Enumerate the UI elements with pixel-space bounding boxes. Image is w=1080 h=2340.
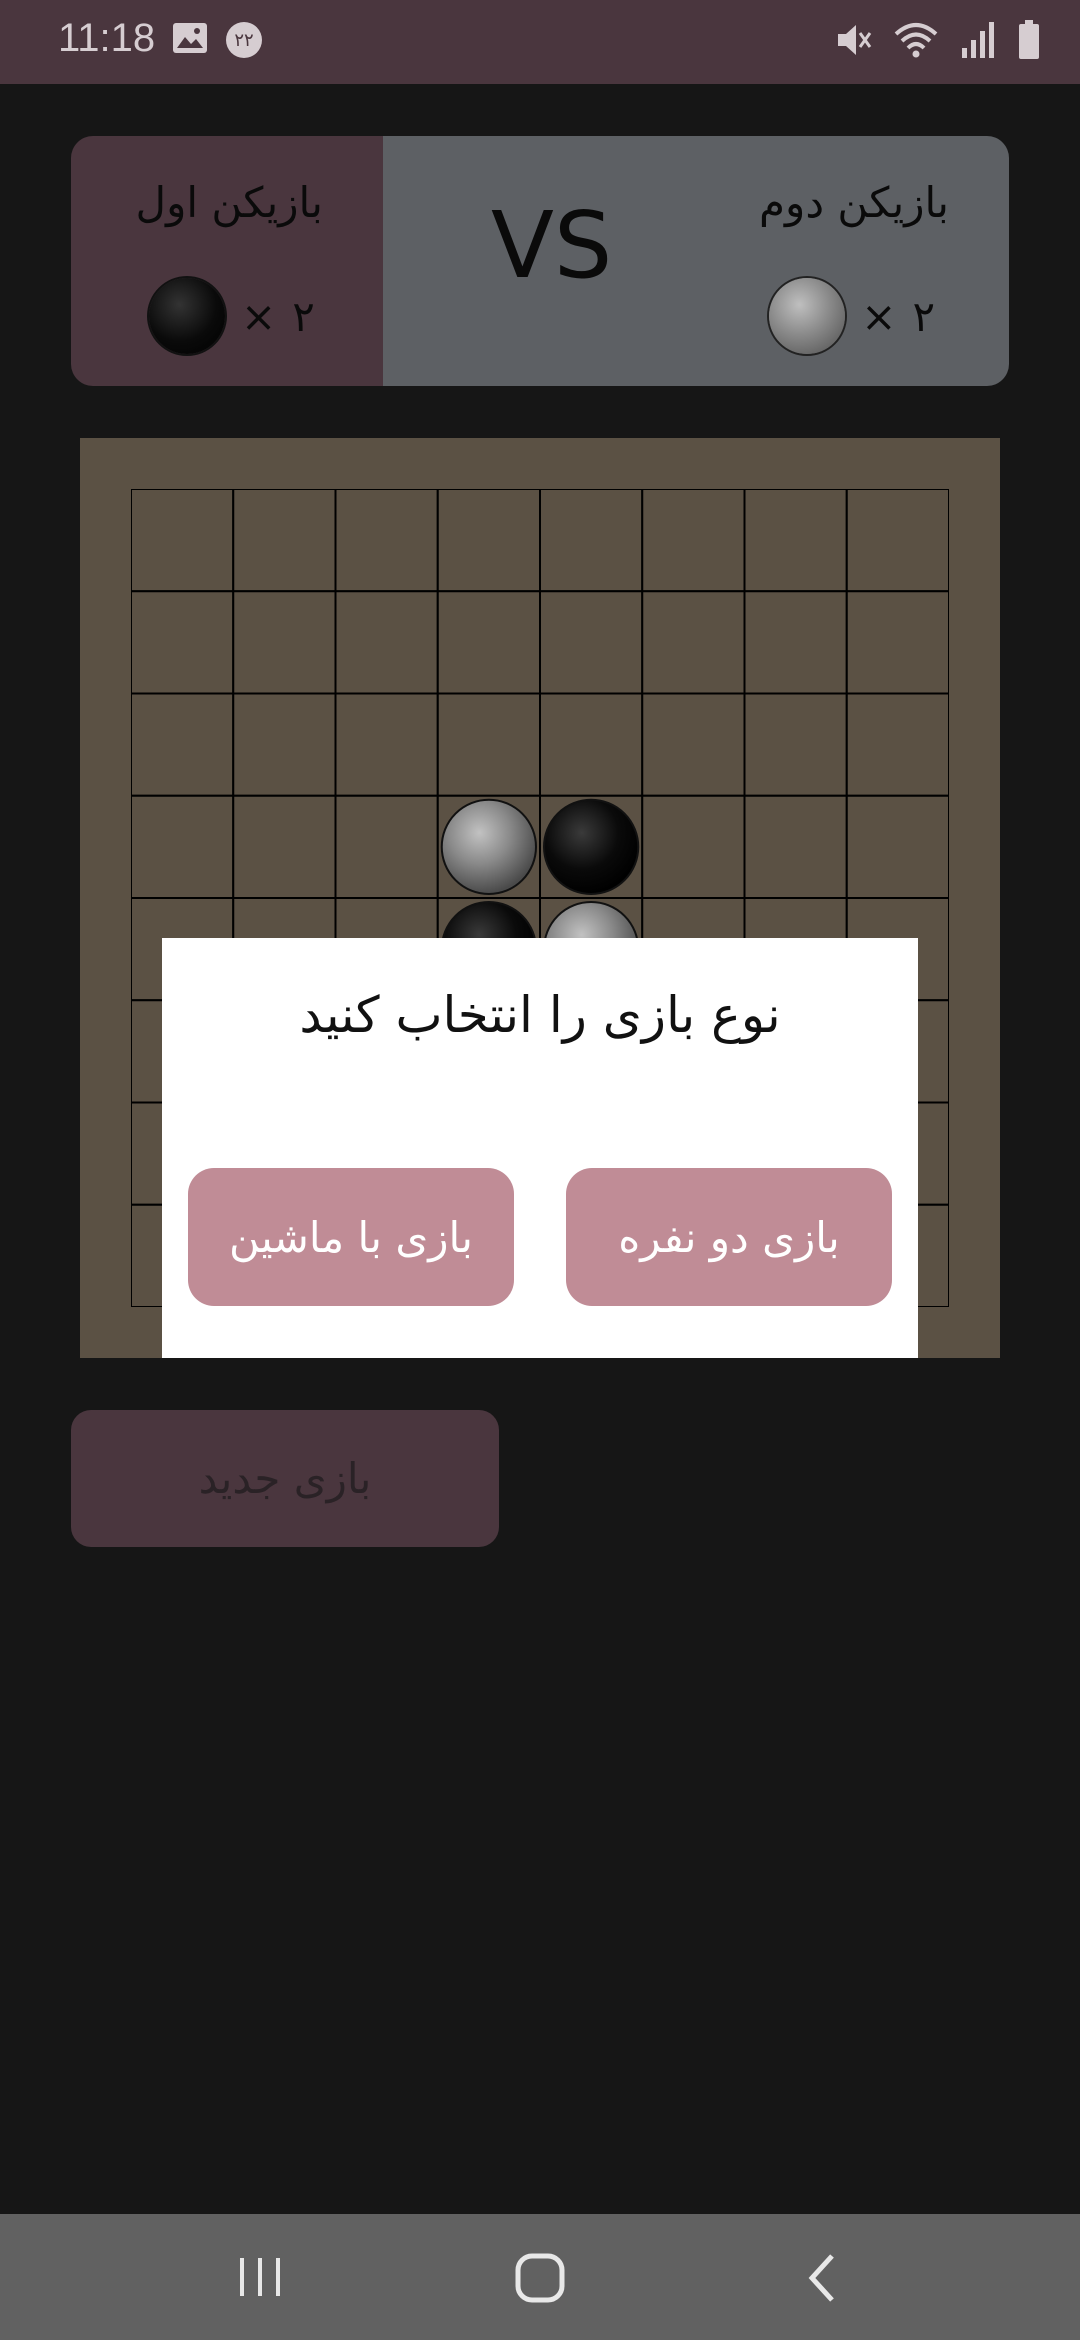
recent-apps-icon[interactable] bbox=[236, 2252, 284, 2306]
board-cell[interactable] bbox=[743, 590, 848, 695]
notification-count-badge: ۲۲ bbox=[226, 22, 262, 58]
status-time: 11:18 bbox=[58, 16, 156, 60]
board-cell[interactable] bbox=[232, 794, 337, 899]
board-cell[interactable] bbox=[743, 489, 848, 593]
player1-count-value: ۲ bbox=[292, 291, 315, 341]
status-right-icons bbox=[834, 20, 1040, 64]
board-cell[interactable] bbox=[436, 692, 541, 797]
board-cell[interactable] bbox=[845, 489, 949, 593]
board-cell[interactable] bbox=[539, 692, 644, 797]
board-cell[interactable] bbox=[334, 692, 439, 797]
black-stone-icon bbox=[149, 278, 225, 354]
player2-times: × bbox=[861, 291, 897, 341]
black-stone bbox=[543, 798, 640, 895]
board-cell[interactable] bbox=[131, 590, 235, 695]
status-bar: 11:18 ۲۲ bbox=[0, 0, 1080, 84]
board-cell[interactable] bbox=[334, 590, 439, 695]
vs-label: VS bbox=[491, 192, 613, 299]
board-cell[interactable] bbox=[845, 794, 949, 899]
board-cell[interactable] bbox=[232, 692, 337, 797]
board-cell[interactable] bbox=[845, 590, 949, 695]
new-game-button[interactable]: بازی جدید bbox=[71, 1410, 499, 1547]
board-cell[interactable] bbox=[641, 590, 746, 695]
home-icon[interactable] bbox=[514, 2252, 566, 2308]
board-cell[interactable] bbox=[539, 590, 644, 695]
battery-icon bbox=[1018, 20, 1040, 64]
board-cell[interactable] bbox=[641, 794, 746, 899]
board-cell[interactable] bbox=[131, 794, 235, 899]
dialog-title: نوع بازی را انتخاب کنید bbox=[299, 986, 781, 1044]
score-panel: بازیکن اول × ۲ VS بازیکن دوم × ۲ bbox=[71, 136, 1009, 386]
player1-count: × ۲ bbox=[149, 278, 315, 354]
gray-stone-icon bbox=[769, 278, 846, 354]
board-cell[interactable] bbox=[743, 794, 848, 899]
board-cell[interactable] bbox=[131, 489, 235, 593]
board-cell[interactable] bbox=[436, 489, 541, 593]
back-icon[interactable] bbox=[802, 2252, 842, 2308]
player1-label: بازیکن اول bbox=[135, 178, 323, 227]
board-cell[interactable] bbox=[334, 489, 439, 593]
board-cell[interactable] bbox=[743, 692, 848, 797]
board-cell[interactable] bbox=[334, 794, 439, 899]
board-cell[interactable] bbox=[539, 489, 644, 593]
image-icon bbox=[172, 22, 208, 58]
board-cell[interactable] bbox=[232, 489, 337, 593]
status-left-icons: ۲۲ bbox=[172, 22, 262, 58]
mute-icon bbox=[834, 20, 872, 64]
player2-label: بازیکن دوم bbox=[759, 178, 949, 227]
game-type-dialog: نوع بازی را انتخاب کنید بازی با ماشین با… bbox=[162, 938, 918, 1358]
board-cell[interactable] bbox=[232, 590, 337, 695]
gray-stone bbox=[440, 798, 537, 895]
player2-count: × ۲ bbox=[769, 278, 935, 354]
navigation-bar bbox=[0, 2214, 1080, 2340]
board-cell[interactable] bbox=[436, 590, 541, 695]
board-cell[interactable] bbox=[641, 692, 746, 797]
signal-icon bbox=[960, 20, 996, 64]
player2-count-value: ۲ bbox=[912, 291, 935, 341]
wifi-icon bbox=[894, 20, 938, 64]
two-player-button[interactable]: بازی دو نفره bbox=[566, 1168, 892, 1306]
board-cell[interactable] bbox=[845, 692, 949, 797]
player1-times: × bbox=[241, 291, 277, 341]
board-cell[interactable] bbox=[641, 489, 746, 593]
play-vs-machine-button[interactable]: بازی با ماشین bbox=[188, 1168, 514, 1306]
player2-panel: VS بازیکن دوم × ۲ bbox=[383, 136, 1009, 386]
player1-panel: بازیکن اول × ۲ bbox=[71, 136, 383, 386]
board-cell[interactable] bbox=[131, 692, 235, 797]
